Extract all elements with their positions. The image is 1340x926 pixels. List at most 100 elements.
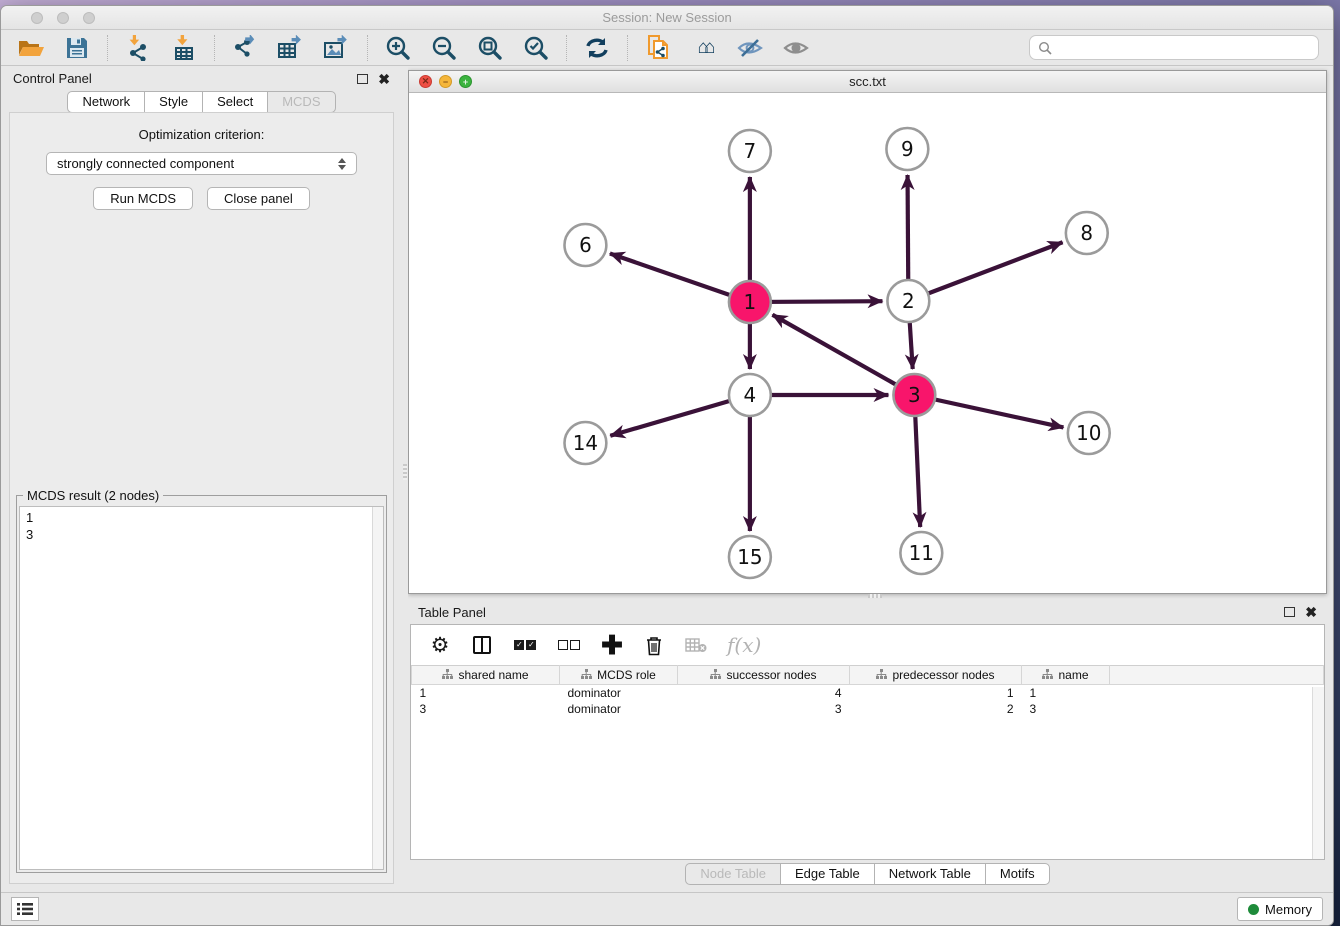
graph-node-3[interactable]: 3 [893,374,935,416]
svg-text:15: 15 [737,545,762,569]
main-toolbar: ⌂⌂ [1,30,1333,66]
svg-text:6: 6 [579,233,592,257]
close-table-panel-icon[interactable]: ✖ [1305,607,1317,617]
svg-text:10: 10 [1076,421,1101,445]
window-zoom-button[interactable] [83,12,95,24]
mcds-result-groupbox: MCDS result (2 nodes) 13 [16,495,387,873]
window-close-button[interactable] [31,12,43,24]
memory-status-icon [1248,904,1259,915]
show-column-panel-icon[interactable] [471,636,493,654]
graph-node-14[interactable]: 14 [564,422,606,464]
hide-selected-icon[interactable] [730,33,770,63]
status-bar: Memory [1,892,1333,925]
column-header-shared-name[interactable]: shared name [412,666,560,685]
import-network-icon[interactable] [118,33,158,63]
graph-node-15[interactable]: 15 [729,536,771,578]
table-row[interactable]: 1dominator411 [412,685,1324,701]
settings-gear-icon[interactable]: ⚙ [429,633,451,658]
criterion-dropdown[interactable]: strongly connected component [46,152,357,175]
add-row-icon[interactable]: ✚ [601,635,623,655]
search-field[interactable] [1029,35,1319,60]
table-panel-title: Table Panel [418,605,1284,620]
column-header-name[interactable]: name [1022,666,1110,685]
tab-network-table[interactable]: Network Table [874,863,985,885]
show-all-icon[interactable] [776,33,816,63]
refresh-layout-icon[interactable] [577,33,617,63]
export-image-icon[interactable] [317,33,357,63]
close-panel-icon[interactable]: ✖ [378,74,390,84]
network-close-button[interactable]: ✕ [419,75,432,88]
select-all-checkboxes-icon[interactable] [513,640,537,650]
graph-node-1[interactable]: 1 [729,281,771,323]
open-session-icon[interactable] [11,33,51,63]
mcds-result-items: 13 [26,509,377,543]
zoom-in-icon[interactable] [378,33,418,63]
table-row[interactable]: 3dominator323 [412,701,1324,717]
network-canvas[interactable]: 7 9 6 8 1 2 4 3 14 10 15 11 [409,93,1326,593]
tab-style[interactable]: Style [144,91,202,113]
tab-mcds[interactable]: MCDS [267,91,335,113]
run-mcds-button[interactable]: Run MCDS [93,187,193,210]
graph-edge-2-8[interactable] [908,242,1062,301]
export-table-icon[interactable] [271,33,311,63]
toolbar-separator [107,35,108,61]
table-cell: dominator [560,701,678,717]
export-network-icon[interactable] [225,33,265,63]
float-table-panel-icon[interactable] [1284,607,1295,617]
memory-button[interactable]: Memory [1237,897,1323,921]
control-panel: Control Panel ✖ NetworkStyleSelectMCDS O… [1,66,402,892]
node-table: shared nameMCDS rolesuccessor nodesprede… [411,665,1324,717]
mcds-result-list[interactable]: 13 [19,506,384,870]
import-table-icon[interactable] [164,33,204,63]
task-history-button[interactable] [11,897,39,921]
graph-node-9[interactable]: 9 [886,128,928,170]
copy-network-view-icon[interactable] [638,33,678,63]
graph-node-2[interactable]: 2 [887,280,929,322]
column-header-MCDS-role[interactable]: MCDS role [560,666,678,685]
tab-network[interactable]: Network [67,91,144,113]
search-input[interactable] [1057,40,1310,55]
delete-rows-icon[interactable] [643,635,665,656]
graph-edge-3-10[interactable] [914,395,1063,427]
deselect-all-checkboxes-icon[interactable] [557,640,581,650]
first-neighbors-icon[interactable]: ⌂⌂ [684,33,724,63]
tab-select[interactable]: Select [202,91,267,113]
close-panel-button[interactable]: Close panel [207,187,310,210]
table-cell: 1 [1022,685,1110,701]
network-minimize-button[interactable]: − [439,75,452,88]
graph-node-8[interactable]: 8 [1066,212,1108,254]
window-minimize-button[interactable] [57,12,69,24]
node-table-body: 1dominator4113dominator323 [412,685,1324,717]
network-maximize-button[interactable]: + [459,75,472,88]
tab-node-table[interactable]: Node Table [685,863,780,885]
svg-text:3: 3 [908,383,921,407]
panel-splitter[interactable] [402,66,408,892]
tab-motifs[interactable]: Motifs [985,863,1050,885]
dropdown-arrows-icon [338,158,346,170]
graph-node-7[interactable]: 7 [729,130,771,172]
tab-edge-table[interactable]: Edge Table [780,863,874,885]
optimization-criterion-label: Optimization criterion: [10,127,393,142]
graph-node-11[interactable]: 11 [900,532,942,574]
graph-node-6[interactable]: 6 [564,224,606,266]
network-window-title: scc.txt [409,71,1326,93]
column-header-empty [1110,666,1324,685]
table-toolbar: ⚙ ✚ f(x) [411,625,1324,665]
zoom-selected-icon[interactable] [516,33,556,63]
save-session-icon[interactable] [57,33,97,63]
column-header-predecessor-nodes[interactable]: predecessor nodes [850,666,1022,685]
mcds-result-title: MCDS result (2 nodes) [23,488,163,503]
graph-edge-3-1[interactable] [772,315,914,395]
table-cell: 3 [1022,701,1110,717]
table-scrollbar[interactable] [1312,687,1324,859]
graph-node-4[interactable]: 4 [729,374,771,416]
zoom-fit-icon[interactable] [470,33,510,63]
graph-node-10[interactable]: 10 [1068,412,1110,454]
result-scrollbar[interactable] [372,507,383,869]
canvas-splitter-grip[interactable] [868,594,882,598]
column-header-successor-nodes[interactable]: successor nodes [678,666,850,685]
search-icon [1038,41,1052,55]
float-panel-icon[interactable] [357,74,368,84]
svg-text:14: 14 [573,431,598,455]
zoom-out-icon[interactable] [424,33,464,63]
